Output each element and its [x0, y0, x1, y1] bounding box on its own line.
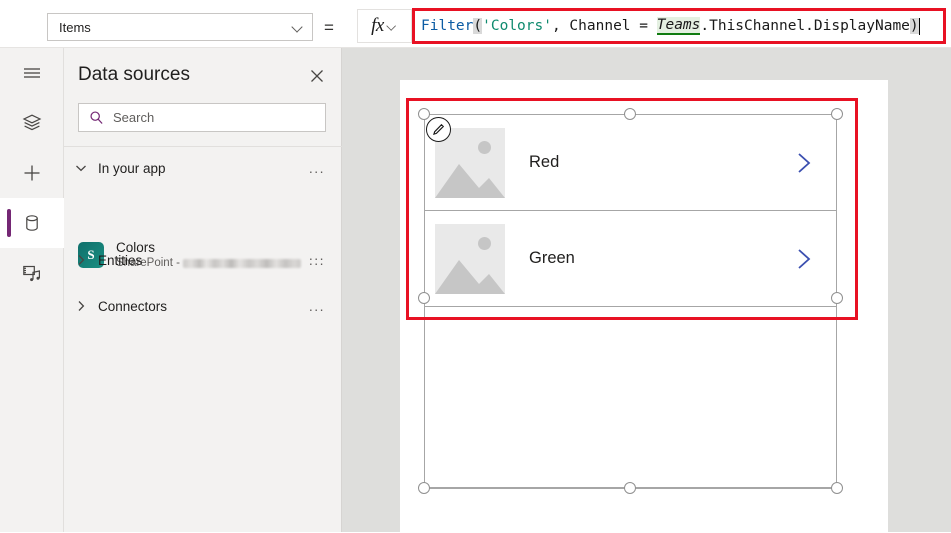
selection-handle-middle-right[interactable]	[831, 292, 843, 304]
chevron-right-icon[interactable]	[64, 299, 98, 313]
gallery-empty-area	[425, 307, 836, 487]
search-placeholder: Search	[113, 110, 155, 125]
rail-item-tree-view[interactable]	[0, 98, 64, 148]
plus-insert-icon	[24, 165, 40, 181]
property-dropdown[interactable]: Items	[47, 13, 313, 41]
rail-item-data[interactable]	[0, 198, 64, 248]
image-placeholder-mountain	[435, 259, 505, 294]
chevron-down-icon	[387, 21, 397, 31]
chevron-down-icon	[292, 21, 304, 33]
rail-item-menu[interactable]	[0, 48, 64, 98]
group-label: In your app	[98, 160, 166, 176]
chevron-right-icon[interactable]	[794, 246, 814, 272]
selection-handle-bottom-right[interactable]	[831, 482, 843, 494]
selection-handle-top-center[interactable]	[624, 108, 636, 120]
image-placeholder-icon	[435, 223, 505, 294]
gallery-row-label: Red	[529, 153, 560, 171]
group-label: Entities	[98, 252, 143, 268]
image-placeholder-sun	[478, 140, 491, 154]
equals-sign: =	[324, 18, 334, 37]
formula-token-string: 'Colors'	[482, 18, 552, 34]
gallery-row-label: Green	[529, 249, 575, 267]
formula-token-identifier: Teams	[656, 17, 701, 35]
gallery-row[interactable]: Green	[425, 211, 836, 307]
rail-item-media[interactable]	[0, 248, 64, 298]
formula-token-function: Filter	[421, 18, 474, 34]
data-sources-panel: Data sources Search In your app S Colors	[64, 48, 342, 532]
group-overflow-button[interactable]: ...	[309, 252, 342, 268]
group-row-connectors[interactable]: Connectors ...	[64, 289, 342, 323]
formula-input[interactable]: Filter('Colors', Channel = Teams .ThisCha…	[415, 11, 943, 41]
group-overflow-button[interactable]: ...	[309, 160, 342, 176]
panel-title: Data sources	[78, 64, 190, 85]
panel-divider	[64, 146, 342, 147]
database-data-icon	[26, 215, 38, 231]
selection-handle-bottom-center[interactable]	[624, 482, 636, 494]
rail-item-insert[interactable]	[0, 148, 64, 198]
media-icon	[23, 265, 40, 282]
powerapps-studio: Items = fx Filter('Colors', Channel = Te…	[0, 0, 951, 533]
selection-handle-middle-left[interactable]	[418, 292, 430, 304]
close-icon[interactable]	[309, 68, 325, 84]
tree-view-icon	[22, 114, 42, 131]
gallery-row[interactable]: Red	[425, 115, 836, 211]
selection-handle-bottom-left[interactable]	[418, 482, 430, 494]
formula-token-open-paren: (	[473, 18, 483, 34]
formula-token-plain-2: .ThisChannel.DisplayName	[700, 18, 910, 34]
chevron-down-icon[interactable]	[64, 161, 98, 175]
text-caret	[918, 17, 921, 35]
pencil-edit-icon	[433, 123, 445, 136]
search-input[interactable]: Search	[78, 103, 326, 132]
formula-token-close-paren: )	[909, 18, 919, 34]
group-overflow-button[interactable]: ...	[309, 298, 342, 314]
property-dropdown-value: Items	[59, 19, 91, 35]
group-row-entities[interactable]: Entities ...	[64, 243, 342, 277]
group-row-in-your-app[interactable]: In your app	[64, 151, 342, 185]
gallery-control[interactable]: Red Green	[424, 114, 837, 488]
group-label: Connectors	[98, 298, 168, 314]
gallery-edit-badge[interactable]	[426, 117, 451, 142]
fx-icon: fx	[371, 15, 384, 36]
chevron-right-icon[interactable]	[794, 150, 814, 176]
image-placeholder-sun	[478, 236, 491, 250]
formula-token-plain-1: , Channel =	[551, 18, 657, 34]
formula-bar-strip: Items = fx Filter('Colors', Channel = Te…	[0, 0, 951, 48]
selection-handle-top-right[interactable]	[831, 108, 843, 120]
search-icon	[90, 111, 103, 124]
image-placeholder-mountain	[435, 163, 505, 198]
hamburger-menu-icon	[24, 68, 40, 78]
selection-handle-top-left[interactable]	[418, 108, 430, 120]
chevron-right-icon[interactable]	[64, 253, 98, 267]
left-icon-rail	[0, 48, 64, 532]
fx-button[interactable]: fx	[357, 9, 412, 43]
